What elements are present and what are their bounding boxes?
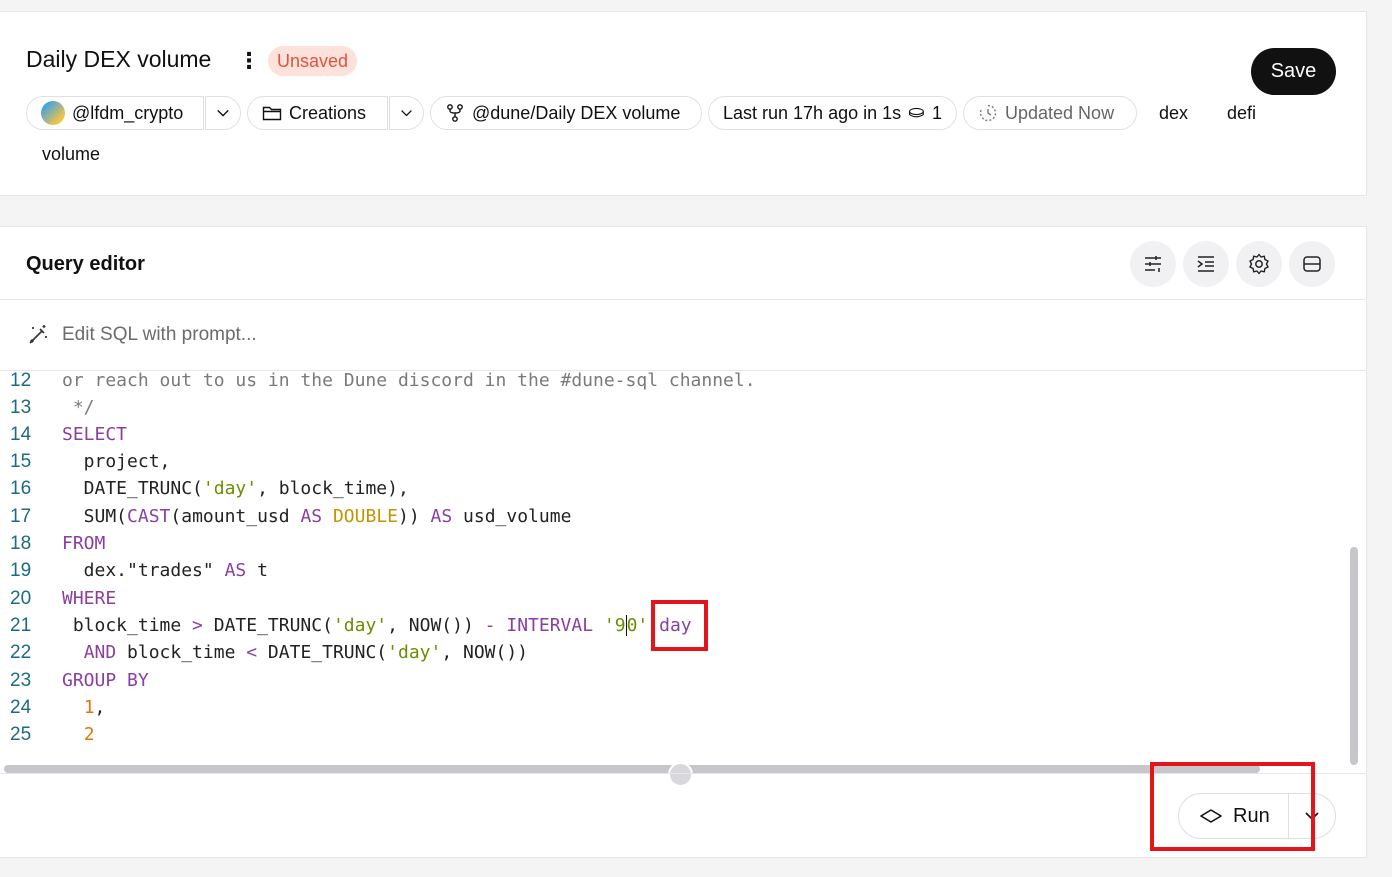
gear-icon (1249, 253, 1269, 275)
code-line: 25 2 (0, 721, 1340, 748)
fork-source-link[interactable]: @dune/Daily DEX volume (430, 96, 702, 130)
sql-code-editor[interactable]: 12 or reach out to us in the Dune discord… (0, 371, 1352, 761)
updated-label: Updated Now (1005, 103, 1115, 123)
line-number: 15 (10, 451, 32, 472)
horizontal-scrollbar[interactable] (4, 765, 1260, 773)
magic-wand-icon (29, 325, 47, 344)
editor-settings-button[interactable] (1236, 241, 1282, 287)
fork-icon (447, 104, 463, 122)
divider (0, 299, 1367, 300)
code-line: 15 project, (0, 448, 1340, 475)
chevron-down-icon (217, 109, 229, 117)
run-label: Run (1233, 804, 1270, 827)
parameters-button[interactable] (1130, 241, 1176, 287)
query-title[interactable]: Daily DEX volume (26, 46, 211, 73)
line-number: 24 (10, 697, 32, 718)
layout-panels-icon (1303, 256, 1321, 272)
format-query-button[interactable] (1183, 241, 1229, 287)
folder-selector[interactable]: Creations (247, 96, 388, 130)
code-line: 21 block_time > DATE_TRUNC('day', NOW())… (0, 612, 1340, 639)
run-button-group[interactable]: Run (1178, 793, 1336, 839)
code-line: 14 SELECT (0, 421, 1340, 448)
code-line: 24 1, (0, 694, 1340, 721)
line-number: 25 (10, 724, 32, 745)
more-vertical-icon[interactable]: ⋮ (238, 50, 260, 74)
owner-label: @lfdm_crypto (72, 103, 184, 123)
status-badge: Unsaved (268, 46, 358, 76)
line-number: 18 (10, 533, 32, 554)
line-number: 19 (10, 560, 32, 581)
indent-icon (1197, 256, 1214, 272)
tag-volume[interactable]: volume (42, 144, 100, 165)
prompt-placeholder: Edit SQL with prompt... (62, 324, 257, 345)
code-line: 17 SUM(CAST(amount_usd AS DOUBLE)) AS us… (0, 503, 1340, 530)
code-line: 22 AND block_time < DATE_TRUNC('day', NO… (0, 639, 1340, 666)
owner-selector[interactable]: @lfdm_crypto (26, 96, 204, 130)
fork-source-label: @dune/Daily DEX volume (472, 103, 681, 123)
folder-dropdown-button[interactable] (389, 96, 424, 130)
run-button[interactable]: Run (1179, 794, 1289, 838)
query-editor-panel: Query editor Edit SQL with prompt... 12 o… (0, 226, 1367, 858)
owner-dropdown-button[interactable] (205, 96, 241, 130)
last-run-label: Last run 17h ago in 1s (723, 103, 902, 123)
editor-title: Query editor (26, 253, 145, 275)
code-line: 23 GROUP BY (0, 667, 1340, 694)
folder-icon (262, 106, 282, 121)
query-header: Daily DEX volume ⋮ Unsaved Save @lfdm_cr… (0, 11, 1367, 196)
line-number: 21 (10, 615, 32, 636)
avatar (41, 101, 65, 125)
line-number: 22 (10, 642, 32, 663)
vertical-scrollbar[interactable] (1350, 547, 1358, 765)
code-line: 19 dex."trades" AS t (0, 557, 1340, 584)
layout-toggle-button[interactable] (1289, 241, 1335, 287)
line-number: 12 (10, 371, 32, 391)
prompt-input[interactable]: Edit SQL with prompt... (26, 323, 257, 347)
panel-resize-handle[interactable] (668, 762, 693, 787)
code-line: 18 FROM (0, 530, 1340, 557)
chevron-down-icon (401, 110, 412, 117)
diamond-play-icon (1200, 809, 1222, 823)
run-options-button[interactable] (1289, 794, 1335, 838)
updated-pill: Updated Now (963, 96, 1137, 130)
last-run-pill: Last run 17h ago in 1s 1 (708, 96, 957, 130)
line-number: 16 (10, 478, 32, 499)
line-number: 13 (10, 397, 32, 418)
credits-count: 1 (931, 103, 942, 123)
code-line: 12 or reach out to us in the Dune discord… (0, 371, 1340, 394)
code-line: 13 */ (0, 394, 1340, 421)
line-number: 14 (10, 424, 32, 445)
folder-label: Creations (289, 103, 367, 123)
save-button[interactable]: Save (1251, 48, 1336, 95)
chevron-down-icon (1305, 812, 1319, 821)
tag-dex[interactable]: dex (1159, 103, 1188, 124)
code-line: 20 WHERE (0, 585, 1340, 612)
line-number: 20 (10, 588, 32, 609)
clock-refresh-icon (979, 104, 997, 122)
code-line: 16 DATE_TRUNC('day', block_time), (0, 475, 1340, 502)
line-number: 23 (10, 670, 32, 691)
divider (0, 773, 1367, 774)
sliders-icon (1145, 256, 1161, 272)
coins-icon (909, 107, 924, 118)
line-number: 17 (10, 506, 32, 527)
tag-defi[interactable]: defi (1227, 103, 1256, 124)
